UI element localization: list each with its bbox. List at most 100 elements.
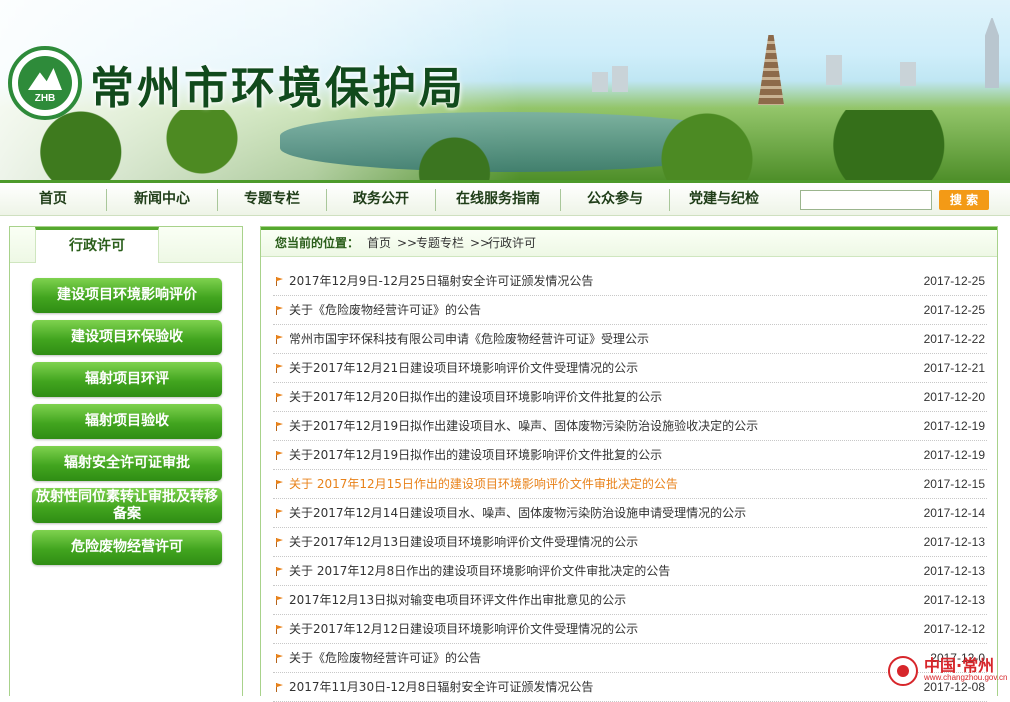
list-item[interactable]: 关于2017年12月19日拟作出的建设项目环境影响评价文件批复的公示 2017-1… (273, 441, 987, 470)
sidebar-button-radiation-eia[interactable]: 辐射项目环评 (32, 362, 222, 397)
flag-icon (276, 335, 283, 340)
list-item-date: 2017-12-25 (923, 303, 985, 317)
flag-icon (276, 567, 283, 572)
breadcrumb-separator: >> (397, 236, 418, 250)
breadcrumb-link-home[interactable]: 首页 (367, 230, 391, 257)
list-item-title[interactable]: 2017年12月9日-12月25日辐射安全许可证颁发情况公告 (289, 267, 593, 295)
list-item[interactable]: 关于2017年12月21日建设项目环境影响评价文件受理情况的公示 2017-12-… (273, 354, 987, 383)
header-banner: ZHB 常州市环境保护局 (0, 0, 1010, 180)
nav-item-home[interactable]: 首页 (0, 183, 106, 216)
list-item-title[interactable]: 常州市国宇环保科技有限公司申请《危险废物经营许可证》受理公示 (289, 325, 649, 353)
list-item[interactable]: 2017年11月30日-12月8日辐射安全许可证颁发情况公告 2017-12-08 (273, 673, 987, 702)
flag-icon (276, 596, 283, 601)
flag-icon (276, 364, 283, 369)
list-item[interactable]: 关于2017年12月19日拟作出建设项目水、噪声、固体废物污染防治设施验收决定的… (273, 412, 987, 441)
watermark-url: www.changzhou.gov.cn (924, 673, 1008, 682)
list-item[interactable]: 2017年12月9日-12月25日辐射安全许可证颁发情况公告 2017-12-25 (273, 267, 987, 296)
sidebar-button-radiation-acceptance[interactable]: 辐射项目验收 (32, 404, 222, 439)
list-item[interactable]: 关于2017年12月20日拟作出的建设项目环境影响评价文件批复的公示 2017-1… (273, 383, 987, 412)
list-item-title[interactable]: 关于2017年12月19日拟作出的建设项目环境影响评价文件批复的公示 (289, 441, 662, 469)
list-item-title[interactable]: 关于 2017年12月8日作出的建设项目环境影响评价文件审批决定的公告 (289, 557, 670, 585)
list-item[interactable]: 常州市国宇环保科技有限公司申请《危险废物经营许可证》受理公示 2017-12-22 (273, 325, 987, 354)
nav-item-services[interactable]: 在线服务指南 (436, 183, 560, 216)
search-input[interactable] (800, 190, 932, 210)
flag-icon (276, 538, 283, 543)
watermark-logo-icon (888, 656, 918, 686)
flag-icon (276, 625, 283, 630)
list-item-title[interactable]: 关于2017年12月21日建设项目环境影响评价文件受理情况的公示 (289, 354, 638, 382)
flag-icon (276, 683, 283, 688)
list-item-date: 2017-12-13 (923, 564, 985, 578)
trees-image (0, 110, 1010, 180)
list-item-date: 2017-12-20 (923, 390, 985, 404)
breadcrumb-current: 行政许可 (488, 236, 537, 250)
list-item-date: 2017-12-15 (923, 477, 985, 491)
nav-item-topics[interactable]: 专题专栏 (218, 183, 326, 216)
list-item-date: 2017-12-19 (923, 419, 985, 433)
list-item-date: 2017-12-14 (923, 506, 985, 520)
list-item[interactable]: 关于 2017年12月15日作出的建设项目环境影响评价文件审批决定的公告 2017… (273, 470, 987, 499)
list-item[interactable]: 关于《危险废物经营许可证》的公告 2017-12-25 (273, 296, 987, 325)
search-button[interactable]: 搜 索 (939, 190, 989, 210)
list-item[interactable]: 关于《危险废物经营许可证》的公告 2017-12-0 (273, 644, 987, 673)
list-item-title[interactable]: 关于 2017年12月15日作出的建设项目环境影响评价文件审批决定的公告 (289, 470, 678, 498)
watermark: 中国·常州 www.changzhou.gov.cn (886, 650, 1008, 694)
list-item-title[interactable]: 关于2017年12月14日建设项目水、噪声、固体废物污染防治设施申请受理情况的公… (289, 499, 746, 527)
list-item-date: 2017-12-22 (923, 332, 985, 346)
flag-icon (276, 509, 283, 514)
flag-icon (276, 480, 283, 485)
list-item-date: 2017-12-21 (923, 361, 985, 375)
banner-building (900, 62, 916, 86)
breadcrumb-label: 您当前的位置： (275, 236, 360, 250)
mountain-icon (28, 68, 62, 90)
list-item-title[interactable]: 2017年11月30日-12月8日辐射安全许可证颁发情况公告 (289, 673, 593, 701)
breadcrumb: 您当前的位置： 首页 >> 专题专栏 >> 行政许可 (261, 227, 997, 257)
sidebar-button-hazardous-waste[interactable]: 危险废物经营许可 (32, 530, 222, 565)
main-content: 您当前的位置： 首页 >> 专题专栏 >> 行政许可 2017年12月9日-12… (260, 226, 998, 702)
list-item-date: 2017-12-13 (923, 535, 985, 549)
list-item-title[interactable]: 2017年12月13日拟对输变电项目环评文件作出审批意见的公示 (289, 586, 626, 614)
list-item-title[interactable]: 关于《危险废物经营许可证》的公告 (289, 296, 481, 324)
sidebar-button-acceptance[interactable]: 建设项目环保验收 (32, 320, 222, 355)
list-item[interactable]: 关于2017年12月14日建设项目水、噪声、固体废物污染防治设施申请受理情况的公… (273, 499, 987, 528)
list-item-title[interactable]: 关于2017年12月19日拟作出建设项目水、噪声、固体废物污染防治设施验收决定的… (289, 412, 758, 440)
list-item[interactable]: 关于2017年12月12日建设项目环境影响评价文件受理情况的公示 2017-12-… (273, 615, 987, 644)
site-title: 常州市环境保护局 (90, 63, 466, 114)
nav-item-news[interactable]: 新闻中心 (107, 183, 217, 216)
flag-icon (276, 422, 283, 427)
sidebar-heading: 行政许可 (35, 227, 159, 263)
list-item-date: 2017-12-13 (923, 593, 985, 607)
main-nav: 首页 新闻中心 专题专栏 政务公开 在线服务指南 公众参与 党建与纪检 搜 索 (0, 180, 1010, 216)
flag-icon (276, 393, 283, 398)
list-item[interactable]: 关于 2017年12月8日作出的建设项目环境影响评价文件审批决定的公告 2017-… (273, 557, 987, 586)
nav-item-government[interactable]: 政务公开 (327, 183, 435, 216)
sidebar: 行政许可 建设项目环境影响评价 建设项目环保验收 辐射项目环评 辐射项目验收 辐… (9, 226, 243, 696)
logo-emblem: ZHB (18, 56, 72, 110)
pagoda-image (758, 35, 784, 105)
site-logo[interactable]: ZHB (8, 46, 82, 120)
list-item-title[interactable]: 关于2017年12月12日建设项目环境影响评价文件受理情况的公示 (289, 615, 638, 643)
list-item-title[interactable]: 关于2017年12月13日建设项目环境影响评价文件受理情况的公示 (289, 528, 638, 556)
logo-text: ZHB (34, 93, 56, 104)
list-item-date: 2017-12-25 (923, 274, 985, 288)
nav-item-party[interactable]: 党建与纪检 (670, 183, 778, 216)
list-item-date: 2017-12-19 (923, 448, 985, 462)
list-item[interactable]: 关于2017年12月13日建设项目环境影响评价文件受理情况的公示 2017-12-… (273, 528, 987, 557)
banner-building (612, 66, 628, 92)
list-item[interactable]: 2017年12月13日拟对输变电项目环评文件作出审批意见的公示 2017-12-1… (273, 586, 987, 615)
sidebar-button-radiation-license[interactable]: 辐射安全许可证审批 (32, 446, 222, 481)
list-item-title[interactable]: 关于《危险废物经营许可证》的公告 (289, 644, 481, 672)
nav-item-participation[interactable]: 公众参与 (561, 183, 669, 216)
flag-icon (276, 654, 283, 659)
sidebar-button-eia[interactable]: 建设项目环境影响评价 (32, 278, 222, 313)
banner-building (826, 55, 842, 85)
flag-icon (276, 306, 283, 311)
list-item-title[interactable]: 关于2017年12月20日拟作出的建设项目环境影响评价文件批复的公示 (289, 383, 662, 411)
list-item-date: 2017-12-12 (923, 622, 985, 636)
flag-icon (276, 451, 283, 456)
banner-building (592, 72, 608, 92)
flag-icon (276, 277, 283, 282)
sidebar-button-isotope-transfer[interactable]: 放射性同位素转让审批及转移备案 (32, 488, 222, 523)
breadcrumb-link-topics[interactable]: 专题专栏 (416, 230, 464, 257)
sidebar-header: 行政许可 (10, 227, 242, 263)
